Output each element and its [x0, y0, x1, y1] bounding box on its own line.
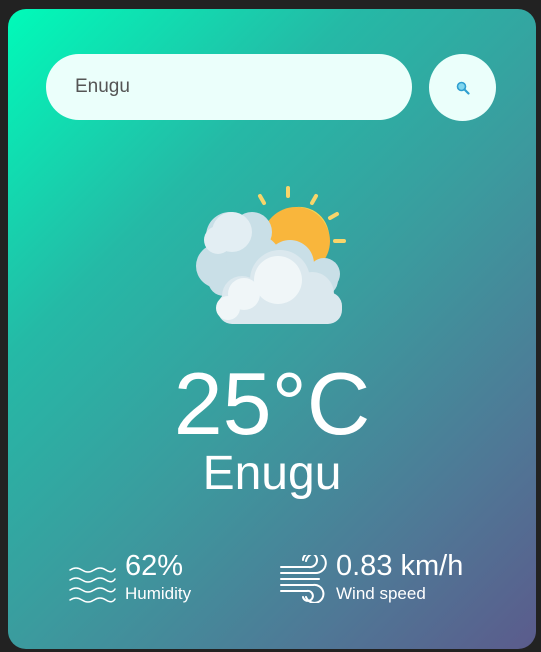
temperature-value: 25°C	[173, 354, 371, 453]
wind-icon	[280, 555, 327, 603]
humidity-label: Humidity	[125, 584, 192, 603]
weather-card: 25°C Enugu 62% Humidity 0	[8, 9, 536, 649]
wind-value: 0.83 km/h	[336, 550, 464, 582]
wind-label: Wind speed	[336, 584, 426, 603]
partly-cloudy-icon	[196, 186, 346, 324]
search-button[interactable]	[429, 54, 496, 121]
humidity-panel: 62% Humidity	[68, 549, 191, 607]
humidity-waves-icon	[69, 567, 116, 603]
search-input[interactable]	[46, 54, 412, 120]
city-name: Enugu	[202, 447, 342, 500]
humidity-value: 62%	[125, 550, 184, 582]
wind-panel: 0.83 km/h Wind speed	[279, 549, 463, 605]
search-icon	[456, 81, 470, 95]
